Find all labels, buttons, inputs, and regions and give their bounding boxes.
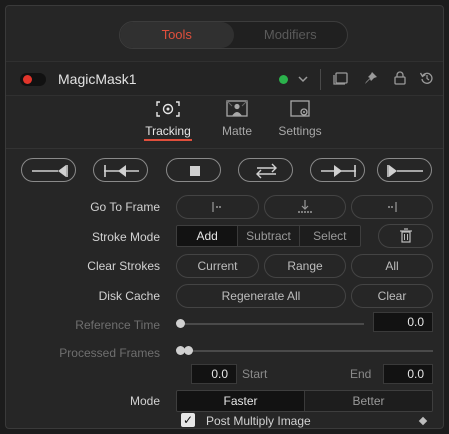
bidirectional-arrows-icon [256,163,277,179]
pin-icon[interactable] [362,70,380,90]
node-name[interactable]: MagicMask1 [58,71,137,87]
inspector-panel: Tools Modifiers MagicMask1 Tracking Matt… [5,5,444,429]
tab-modifiers[interactable]: Modifiers [234,22,348,48]
clear-all-button[interactable]: All [351,254,433,278]
stroke-mode-selector: Add Subtract Select [176,225,361,247]
reset-icon[interactable] [418,70,436,90]
stroke-mode-subtract[interactable]: Subtract [238,226,300,246]
tracking-target-icon [140,98,196,120]
track-bidirectional-button[interactable] [238,158,293,182]
tab-tools[interactable]: Tools [120,22,234,48]
active-tab-underline [144,139,192,141]
mode-better[interactable]: Better [305,391,432,411]
enabled-dot-icon [23,75,32,84]
track-backward-icon [104,165,139,177]
mode-selector: Faster Better [176,390,433,412]
trash-icon [400,228,412,243]
track-backward-button[interactable] [93,158,148,182]
tab-matte[interactable]: Matte [215,98,259,138]
processed-end-field[interactable]: 0.0 [383,364,433,384]
node-enable-toggle[interactable] [20,73,46,86]
stroke-mode-label: Stroke Mode [91,230,160,244]
matte-icon [215,98,259,120]
go-to-current-button[interactable] [264,195,346,219]
stroke-mode-add[interactable]: Add [177,226,239,246]
regenerate-all-button[interactable]: Regenerate All [176,284,346,308]
stop-tracking-button[interactable] [166,158,221,182]
clear-cache-button[interactable]: Clear [351,284,433,308]
track-forward-button[interactable] [310,158,365,182]
mode-faster[interactable]: Faster [177,391,305,411]
keyframe-diamond-icon[interactable] [418,416,428,426]
start-label: Start [242,367,268,381]
clear-current-button[interactable]: Current [176,254,259,278]
track-to-end-icon [387,165,423,177]
track-to-start-icon [32,165,68,177]
settings-icon [274,98,326,120]
track-forward-icon [321,165,356,177]
chevron-down-icon[interactable] [294,70,312,95]
tab-tracking-label: Tracking [145,124,191,138]
tab-matte-label: Matte [221,124,252,138]
track-to-end-button[interactable] [377,158,432,182]
node-status-dot[interactable] [279,75,288,84]
processed-start-field[interactable]: 0.0 [191,364,237,384]
go-to-end-icon [388,202,397,212]
lock-icon[interactable] [391,70,409,90]
processed-frames-label: Processed Frames [59,346,160,360]
processed-frames-end-knob[interactable] [184,346,193,355]
post-multiply-label: Post Multiply Image [206,414,311,428]
stop-icon [190,166,200,176]
node-header: MagicMask1 [6,61,443,96]
go-to-start-icon [212,202,221,212]
section-divider [6,148,443,149]
end-label: End [350,367,372,381]
tab-settings-label: Settings [278,124,322,138]
delete-stroke-button[interactable] [378,224,433,248]
tools-modifiers-switch: Tools Modifiers [119,21,348,49]
go-to-current-icon [298,200,312,213]
tab-tracking[interactable]: Tracking [140,98,196,141]
reference-time-field[interactable]: 0.0 [373,312,433,332]
post-multiply-checkbox[interactable]: ✓ [181,413,195,427]
go-to-frame-label: Go To Frame [90,200,160,214]
header-separator [320,69,321,90]
tab-settings[interactable]: Settings [274,98,326,138]
stroke-mode-select[interactable]: Select [299,226,360,246]
reference-time-slider[interactable] [181,323,364,325]
go-to-end-button[interactable] [351,195,433,219]
track-to-start-button[interactable] [21,158,76,182]
processed-frames-range-slider[interactable] [181,350,433,352]
clear-range-button[interactable]: Range [264,254,346,278]
reference-time-label: Reference Time [75,318,160,332]
reference-time-slider-knob[interactable] [176,319,185,328]
clear-strokes-label: Clear Strokes [87,259,160,273]
disk-cache-label: Disk Cache [98,289,160,303]
go-to-start-button[interactable] [176,195,259,219]
inspector-subtabs: Tracking Matte Settings [6,98,443,150]
version-icon[interactable] [332,70,350,90]
mode-label: Mode [129,394,160,408]
